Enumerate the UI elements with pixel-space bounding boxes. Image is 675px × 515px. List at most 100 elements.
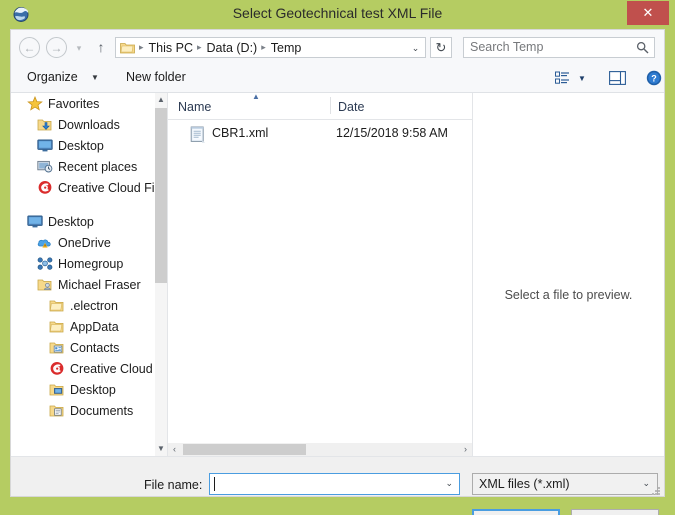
new-folder-button[interactable]: New folder — [126, 70, 186, 84]
sidebar-item-recent-places[interactable]: Recent places — [11, 156, 167, 177]
star-icon — [27, 96, 43, 111]
horizontal-scrollbar-thumb[interactable] — [183, 444, 306, 455]
cancel-button[interactable]: Cancel — [571, 509, 659, 515]
sidebar-item-label: Contacts — [70, 341, 119, 355]
view-chevron-down-icon[interactable]: ▼ — [578, 74, 586, 83]
sidebar-item-creative-cloud[interactable]: Creative Cloud — [11, 358, 167, 379]
sidebar-item-label: .electron — [70, 299, 118, 313]
file-name-input[interactable]: ⌄ — [209, 473, 460, 495]
recent-locations-chevron-down-icon[interactable]: ▾ — [73, 43, 85, 53]
up-one-level-icon[interactable]: ↑ — [93, 38, 109, 57]
column-header-name[interactable]: Name — [178, 93, 211, 118]
folder-icon — [120, 41, 135, 54]
address-bar[interactable]: ▸ This PC ▸ Data (D:) ▸ Temp ⌄ — [115, 37, 426, 58]
file-list-horizontal-scrollbar[interactable]: ‹ › — [168, 443, 472, 456]
sidebar-item-label: AppData — [70, 320, 119, 334]
file-type-filter-select[interactable]: XML files (*.xml) ⌄ — [472, 473, 658, 495]
breadcrumb-item-temp[interactable]: Temp — [268, 41, 305, 55]
sidebar-item-electron[interactable]: .electron — [11, 295, 167, 316]
table-row[interactable]: CBR1.xml 12/15/2018 9:58 AM — [168, 123, 472, 145]
documents-folder-icon — [49, 403, 65, 418]
organize-button[interactable]: Organize — [27, 70, 78, 84]
navigation-bar: ← → ▾ ↑ ▸ This PC ▸ Data (D:) ▸ Temp — [11, 30, 664, 65]
scroll-left-icon[interactable]: ‹ — [168, 443, 181, 456]
sidebar-item-label: Recent places — [58, 160, 137, 174]
sidebar-item-downloads[interactable]: Downloads — [11, 114, 167, 135]
svg-text:?: ? — [651, 74, 657, 84]
file-name-chevron-down-icon[interactable]: ⌄ — [445, 478, 453, 489]
text-caret — [214, 477, 215, 491]
breadcrumb-item-this-pc[interactable]: This PC — [146, 41, 196, 55]
filter-chevron-down-icon: ⌄ — [642, 478, 650, 489]
file-type-filter-value: XML files (*.xml) — [479, 477, 570, 491]
sort-ascending-icon: ▲ — [252, 94, 261, 100]
open-button[interactable]: Open — [472, 509, 560, 515]
navigation-sidebar: Favorites Downloads — [11, 93, 167, 456]
sidebar-item-appdata[interactable]: AppData — [11, 316, 167, 337]
homegroup-icon — [37, 256, 53, 271]
scroll-up-icon[interactable]: ▲ — [155, 93, 167, 107]
list-view-icon[interactable] — [555, 71, 570, 86]
sidebar-scrollbar[interactable]: ▲ ▼ — [155, 93, 167, 456]
column-header-date[interactable]: Date — [338, 93, 364, 118]
sidebar-item-desktop-favorite[interactable]: Desktop — [11, 135, 167, 156]
address-chevron-down-icon[interactable]: ⌄ — [410, 42, 421, 54]
creative-cloud-icon — [37, 180, 53, 195]
preview-pane-icon[interactable] — [609, 71, 626, 85]
desktop-monitor-icon — [37, 138, 53, 153]
sidebar-item-label: Creative Cloud Fi — [58, 181, 155, 195]
resize-grip-icon[interactable] — [650, 483, 661, 494]
folder-icon — [49, 319, 65, 334]
sidebar-item-contacts[interactable]: Contacts — [11, 337, 167, 358]
sidebar-item-label: Homegroup — [58, 257, 123, 271]
search-placeholder: Search Temp — [470, 40, 543, 54]
sidebar-group-desktop[interactable]: Desktop — [11, 211, 167, 232]
sidebar-item-onedrive[interactable]: OneDrive — [11, 232, 167, 253]
scroll-right-icon[interactable]: › — [459, 443, 472, 456]
sidebar-item-michael-fraser[interactable]: Michael Fraser — [11, 274, 167, 295]
breadcrumb-separator-2: ▸ — [260, 42, 268, 53]
creative-cloud-icon — [49, 361, 65, 376]
preview-placeholder-text: Select a file to preview. — [473, 288, 664, 302]
breadcrumb-separator-0: ▸ — [138, 42, 146, 53]
help-icon[interactable]: ? — [646, 70, 662, 86]
sidebar-item-label: OneDrive — [58, 236, 111, 250]
close-button[interactable]: ✕ — [627, 1, 669, 25]
sidebar-item-label: Michael Fraser — [58, 278, 141, 292]
search-icon — [636, 41, 649, 54]
sidebar-item-desktop-folder[interactable]: Desktop — [11, 379, 167, 400]
title-bar: Select Geotechnical test XML File ✕ — [0, 0, 675, 29]
sidebar-group-favorites[interactable]: Favorites — [11, 93, 167, 114]
forward-icon[interactable]: → — [46, 37, 67, 58]
breadcrumb-item-data-d[interactable]: Data (D:) — [204, 41, 261, 55]
breadcrumb-separator-1: ▸ — [196, 42, 204, 53]
file-date-cell: 12/15/2018 9:58 AM — [336, 126, 448, 140]
sidebar-item-documents[interactable]: Documents — [11, 400, 167, 421]
sidebar-item-label: Downloads — [58, 118, 120, 132]
sidebar-item-label: Creative Cloud — [70, 362, 153, 376]
sidebar-group-label: Favorites — [48, 97, 99, 111]
column-divider[interactable] — [330, 97, 331, 114]
sidebar-item-homegroup[interactable]: Homegroup — [11, 253, 167, 274]
file-name-cell: CBR1.xml — [212, 126, 268, 140]
file-list[interactable]: Name ▲ Date — [167, 93, 472, 456]
desktop-folder-icon — [49, 382, 65, 397]
desktop-monitor-icon — [27, 214, 43, 229]
sidebar-item-label: Documents — [70, 404, 133, 418]
window-title: Select Geotechnical test XML File — [0, 5, 675, 21]
sidebar-group-label: Desktop — [48, 215, 94, 229]
scroll-down-icon[interactable]: ▼ — [155, 442, 167, 456]
search-input[interactable]: Search Temp — [463, 37, 655, 58]
downloads-folder-icon — [37, 117, 53, 132]
organize-chevron-down-icon[interactable]: ▼ — [91, 73, 99, 82]
column-header-row: Name ▲ Date — [168, 93, 472, 120]
folder-icon — [49, 298, 65, 313]
sidebar-scrollbar-thumb[interactable] — [155, 108, 167, 283]
back-icon[interactable]: ← — [19, 37, 40, 58]
preview-pane: Select a file to preview. — [472, 93, 664, 456]
dialog-footer: File name: ⌄ XML files (*.xml) ⌄ Open Ca… — [11, 456, 664, 496]
recent-places-icon — [37, 159, 53, 174]
refresh-icon[interactable]: ↻ — [430, 37, 452, 58]
file-dialog-window: Select Geotechnical test XML File ✕ ← → … — [0, 0, 675, 515]
sidebar-item-creative-cloud-files[interactable]: Creative Cloud Fi — [11, 177, 167, 198]
